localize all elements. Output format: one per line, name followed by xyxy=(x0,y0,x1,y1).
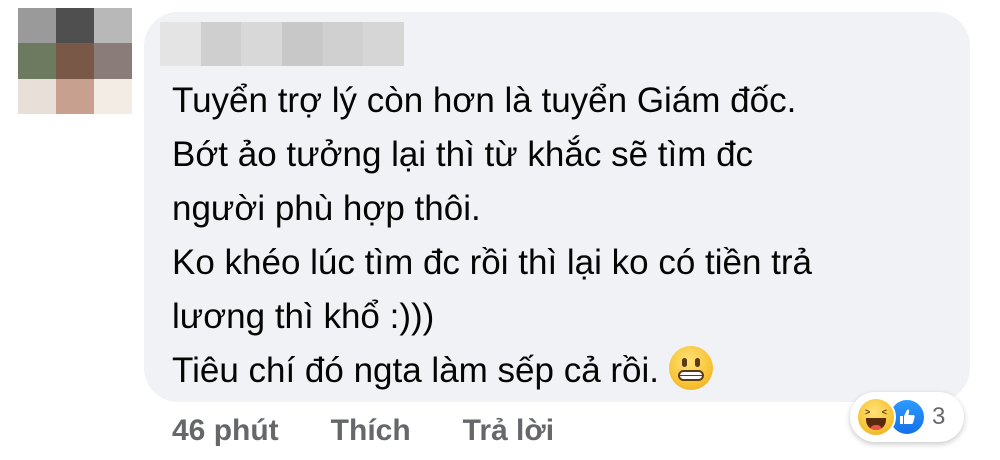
comment-line: lương thì khổ :))) xyxy=(172,297,435,336)
timestamp[interactable]: 46 phút xyxy=(172,414,279,448)
comment-line: Tuyển trợ lý còn hơn là tuyển Giám đốc. xyxy=(172,81,797,120)
author-pixel xyxy=(241,22,283,66)
avatar-pixel xyxy=(56,78,94,114)
comment-line: Ko khéo lúc tìm đc rồi thì lại ko có tiề… xyxy=(172,243,813,282)
reaction-count: 3 xyxy=(932,403,946,430)
haha-reaction-icon: > < xyxy=(856,397,896,437)
comment-text: Tuyển trợ lý còn hơn là tuyển Giám đốc. … xyxy=(172,74,952,398)
avatar-pixel xyxy=(18,78,56,114)
avatar-pixel xyxy=(56,8,94,44)
comment-line-last: Tiêu chí đó ngta làm sếp cả rồi. xyxy=(172,344,952,398)
author-pixel xyxy=(160,22,201,66)
avatar-pixel xyxy=(18,43,56,79)
avatar-pixel xyxy=(94,43,132,79)
comment-line: Bớt ảo tưởng lại thì từ khắc sẽ tìm đc xyxy=(172,135,754,174)
avatar[interactable] xyxy=(18,8,132,114)
comment-line: người phù hợp thôi. xyxy=(172,189,481,228)
author-name-blurred[interactable] xyxy=(160,22,404,66)
comment-line: Tiêu chí đó ngta làm sếp cả rồi. xyxy=(172,351,660,390)
reactions-summary[interactable]: > < 3 xyxy=(850,392,964,442)
avatar-pixel xyxy=(18,8,56,44)
avatar-pixel xyxy=(94,78,132,114)
comment-actions: 46 phút Thích Trả lời xyxy=(172,414,554,448)
avatar-pixel xyxy=(56,43,94,79)
author-pixel xyxy=(363,22,404,66)
author-pixel xyxy=(200,22,242,66)
reply-button[interactable]: Trả lời xyxy=(463,414,554,448)
like-button[interactable]: Thích xyxy=(331,414,411,448)
author-pixel xyxy=(322,22,364,66)
avatar-pixel xyxy=(94,8,132,44)
author-pixel xyxy=(282,22,323,66)
grimacing-face-emoji xyxy=(669,346,714,390)
